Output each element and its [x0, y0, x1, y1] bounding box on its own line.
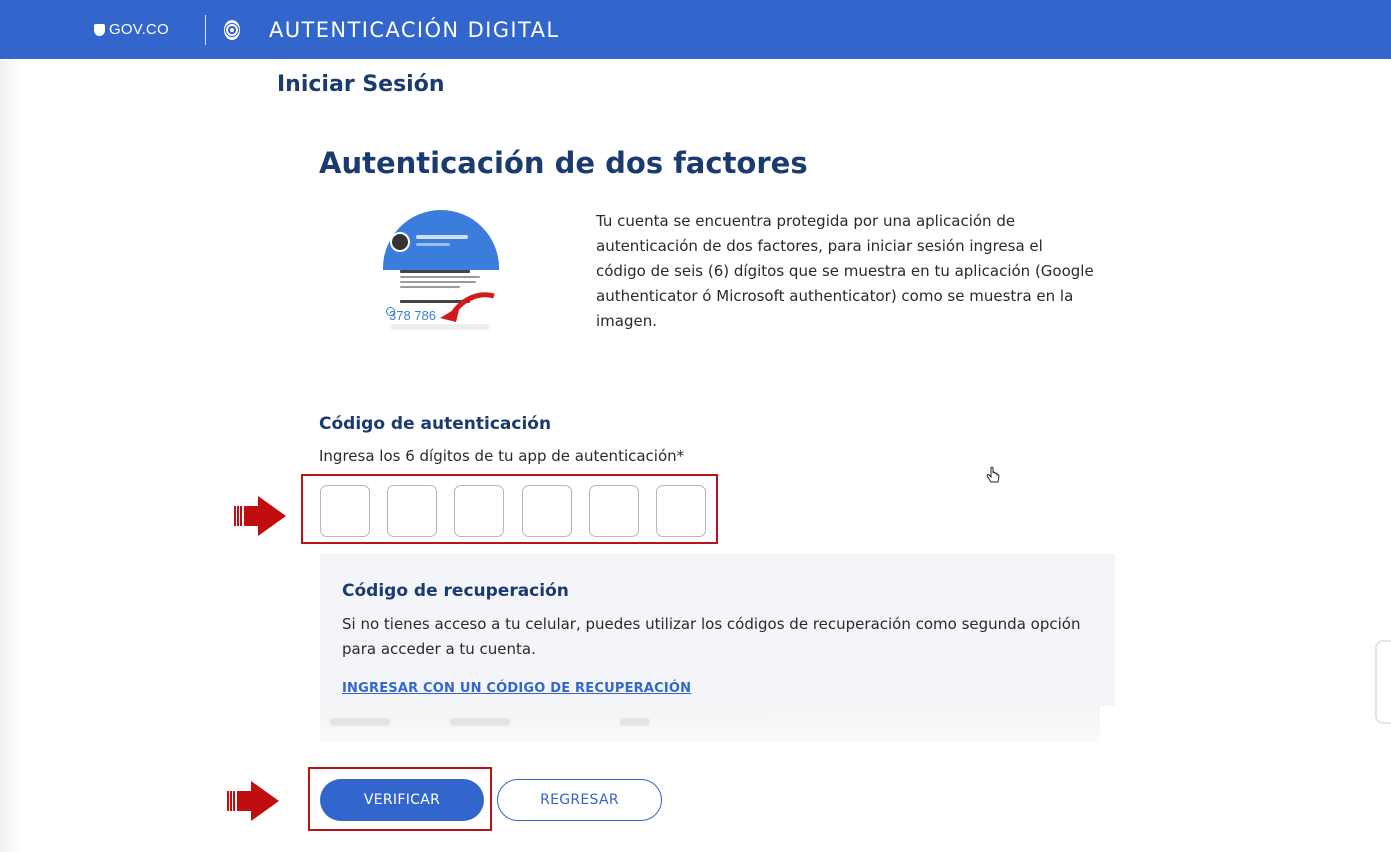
header-divider: [205, 15, 206, 45]
instructions-text: Tu cuenta se encuentra protegida por una…: [596, 212, 1094, 330]
digit-input-6[interactable]: [656, 485, 706, 537]
authenticator-app-illustration: 378 786: [372, 210, 512, 332]
avatar-icon: [390, 232, 410, 252]
page-heading: Iniciar Sesión: [277, 72, 445, 97]
recovery-title: Código de recuperación: [342, 581, 569, 601]
gov-logo-text: GOV.CO: [109, 21, 169, 38]
arrow-shaft: [237, 791, 251, 811]
arrow-head: [251, 781, 279, 821]
illustration-shadow: [390, 324, 490, 330]
verify-button[interactable]: VERIFICAR: [320, 779, 484, 821]
page-title: Autenticación de dos factores: [319, 146, 808, 180]
digit-input-4[interactable]: [522, 485, 572, 537]
shield-icon: [94, 23, 105, 36]
side-decoration: [0, 60, 22, 852]
digit-input-1[interactable]: [320, 485, 370, 537]
blurred-area: [320, 706, 1100, 742]
gov-logo[interactable]: GOV.CO: [94, 21, 169, 38]
illustration-text-line: [416, 243, 450, 246]
arrow-shaft: [244, 506, 258, 526]
side-tab-decoration: [1375, 640, 1391, 724]
app-title: AUTENTICACIÓN DIGITAL: [269, 18, 560, 42]
fingerprint-icon: [224, 20, 240, 40]
arrow-bars: [234, 506, 243, 526]
blurred-element: [450, 718, 510, 726]
blurred-element: [620, 718, 650, 726]
illustration-code: 378 786: [389, 308, 436, 323]
recovery-code-link[interactable]: INGRESAR CON UN CÓDIGO DE RECUPERACIÓN: [342, 681, 691, 696]
digit-input-5[interactable]: [589, 485, 639, 537]
code-help-text: Ingresa los 6 dígitos de tu app de auten…: [319, 447, 685, 465]
back-button[interactable]: REGRESAR: [497, 779, 662, 821]
top-bar: GOV.CO AUTENTICACIÓN DIGITAL: [0, 0, 1391, 59]
digit-input-2[interactable]: [387, 485, 437, 537]
recovery-text: Si no tienes acceso a tu celular, puedes…: [342, 615, 1081, 658]
digit-input-3[interactable]: [454, 485, 504, 537]
blurred-element: [330, 718, 390, 726]
red-arrow-icon: [440, 292, 495, 322]
arrow-bars: [227, 791, 236, 811]
arrow-pointer-icon: [227, 781, 287, 821]
code-label: Código de autenticación: [319, 414, 552, 434]
illustration-text-line: [400, 270, 470, 273]
hand-cursor-icon: [986, 466, 1000, 483]
illustration-text-line: [416, 235, 468, 239]
illustration-text-line: [400, 281, 476, 283]
illustration-text-line: [400, 276, 480, 278]
arrow-head: [258, 496, 286, 536]
arrow-pointer-icon: [234, 496, 294, 536]
